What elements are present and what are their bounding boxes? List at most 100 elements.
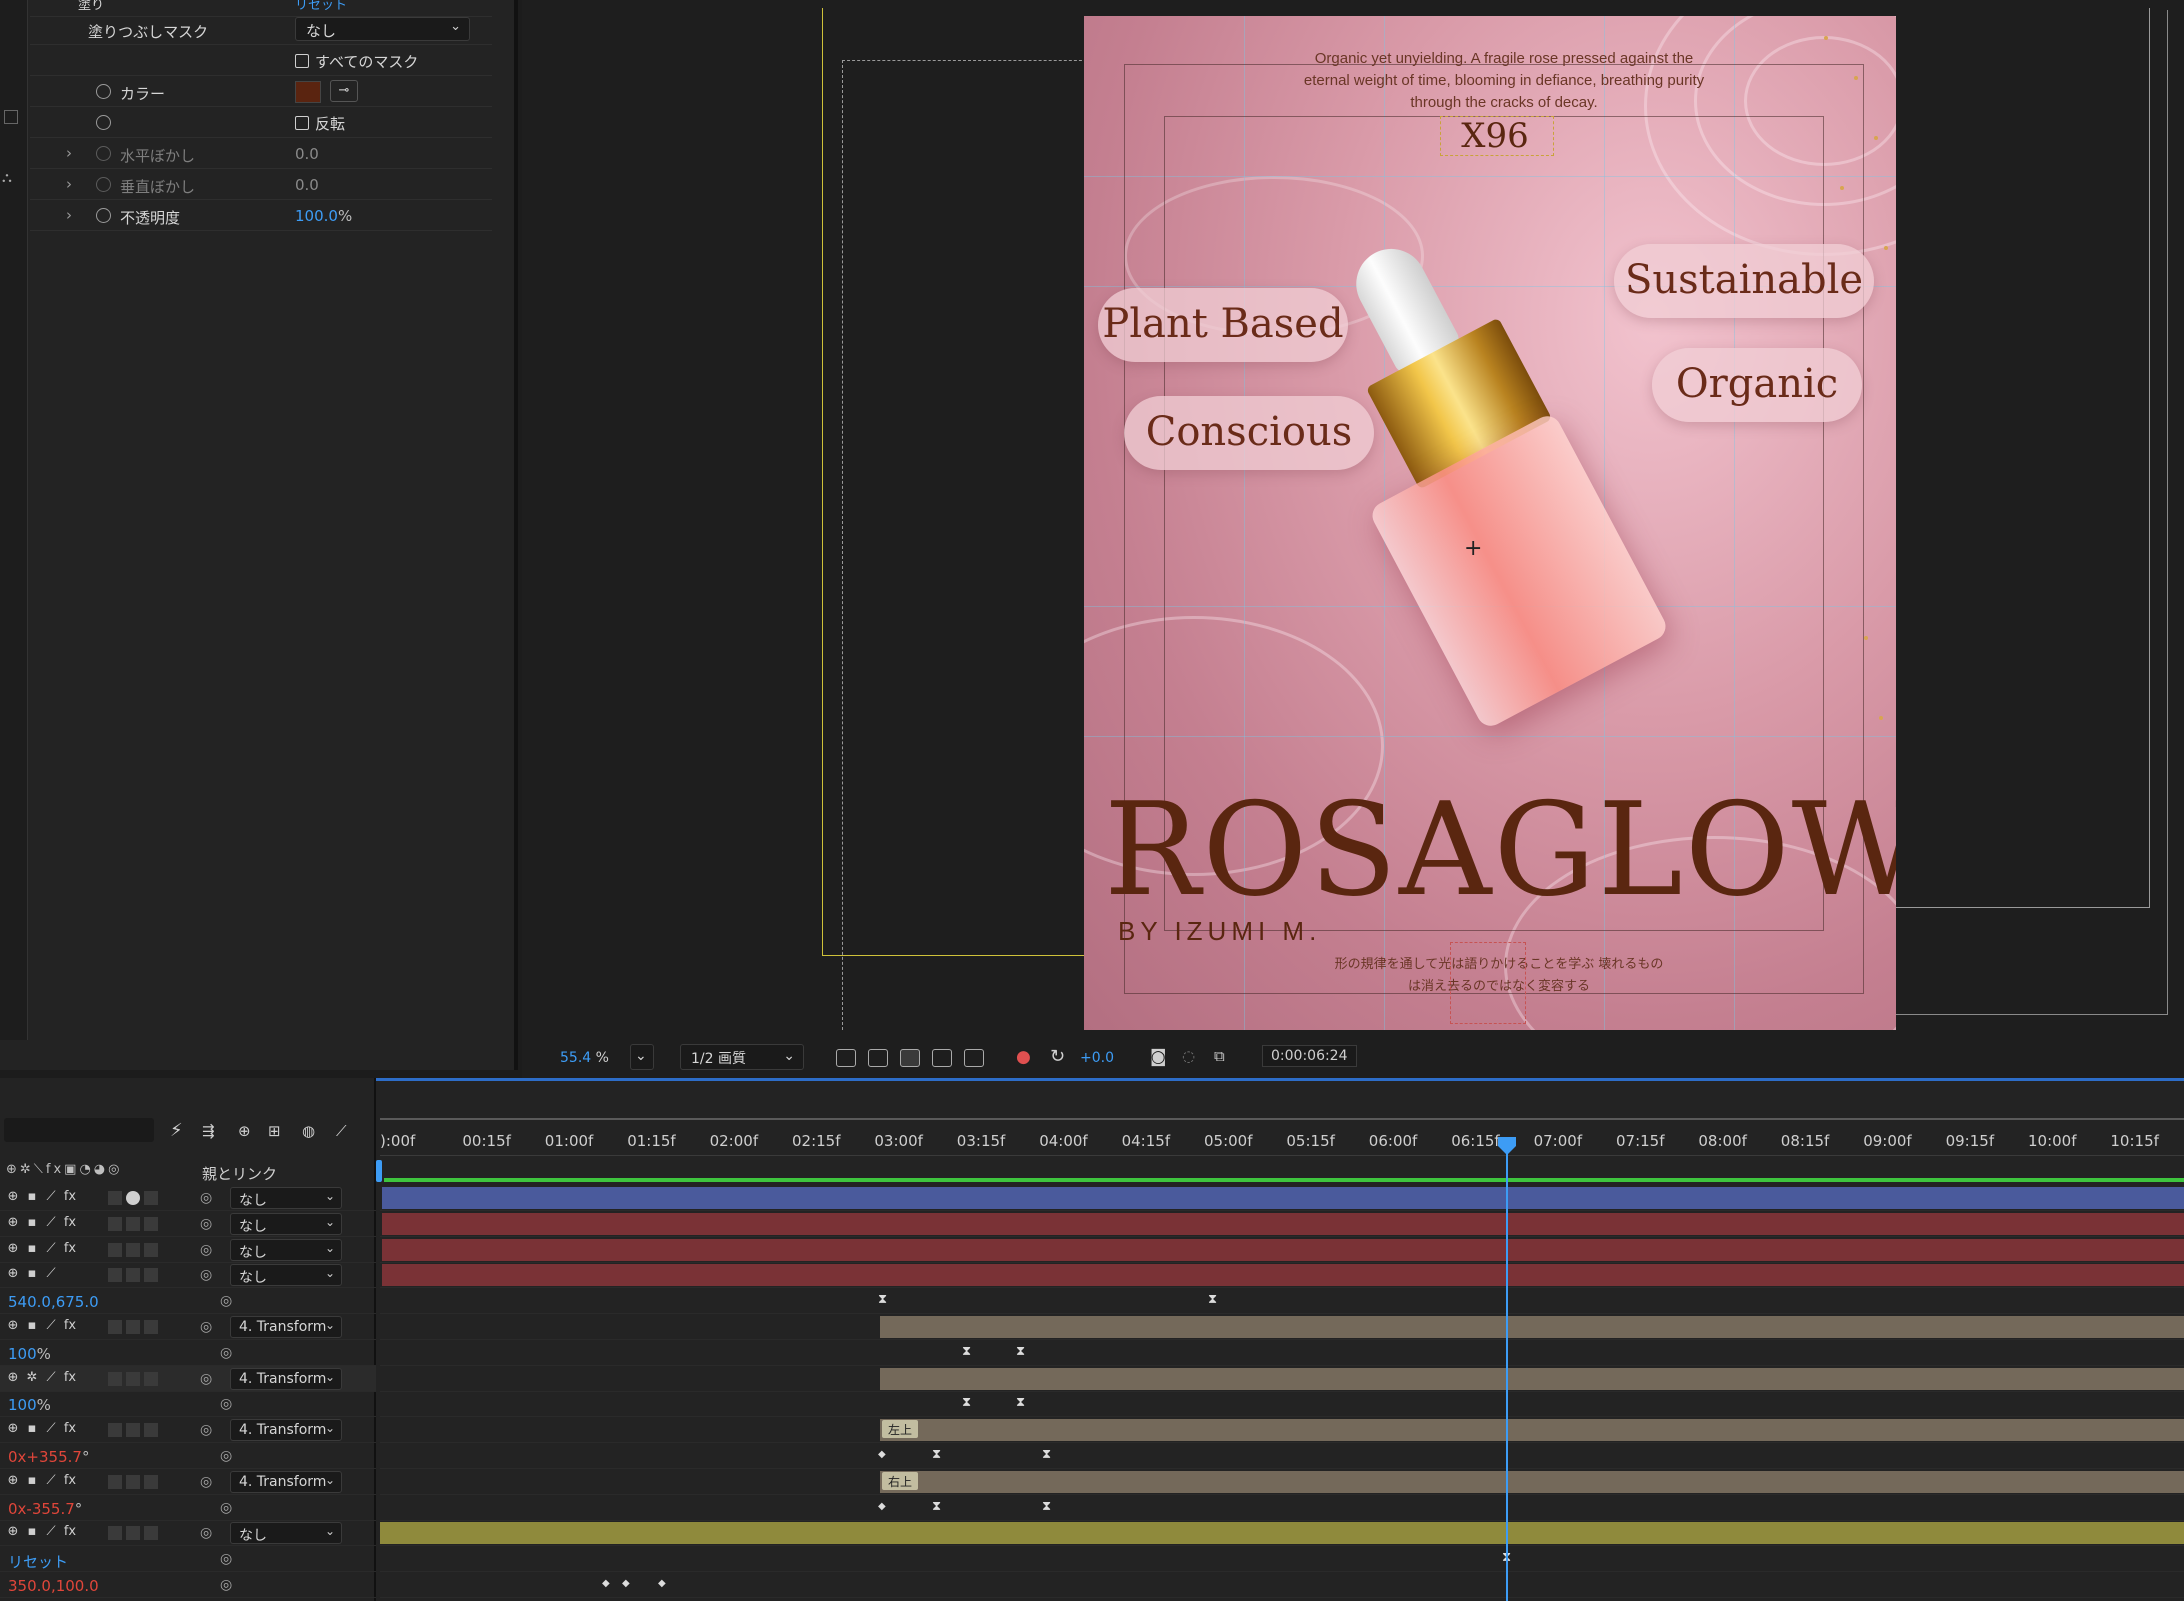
frame-blending-icon[interactable]: ⊞ [268,1122,281,1140]
quality-switch-icon[interactable]: ⟋ [44,1190,58,1204]
timeline-track[interactable] [380,1520,2184,1547]
channel-icon[interactable]: ● [1016,1047,1031,1067]
chevron-right-icon[interactable]: › [66,144,72,162]
property-value[interactable]: 0x+355.7° [8,1448,89,1466]
effects-switch-icon[interactable]: fx [63,1370,77,1385]
quality-switch-icon[interactable]: ⟋ [44,1473,58,1488]
quality-switch-icon[interactable]: ⟋ [44,1319,58,1333]
layer-switch[interactable] [126,1268,140,1283]
composition-canvas[interactable]: Organic yet unyielding. A fragile rose p… [1084,16,1896,1030]
layer-row[interactable]: ⊕ ▪ ⟋ fx ◎ なし ⌄ [0,1185,376,1211]
property-value[interactable]: リセット [8,1551,68,1572]
layer-row[interactable]: ⊕ ▪ ⟋ ◎ なし ⌄ [0,1262,376,1289]
effects-switch-icon[interactable]: fx [63,1319,77,1333]
draft-3d-icon[interactable]: ⚡ [170,1120,183,1141]
pickwhip-icon[interactable]: ◎ [200,1474,212,1490]
layer-switch[interactable] [108,1191,122,1205]
parent-dropdown[interactable]: なし ⌄ [230,1212,342,1235]
layer-duration-bar[interactable] [880,1470,2184,1493]
pickwhip-icon[interactable]: ◎ [220,1500,232,1516]
pickwhip-icon[interactable]: ◎ [200,1267,212,1283]
anchor-point-icon[interactable]: + [1464,536,1482,561]
stopwatch-icon[interactable] [96,84,111,99]
effects-switch-icon[interactable]: fx [63,1241,77,1256]
motion-blur-icon[interactable]: ◍ [302,1122,315,1140]
layer-switch[interactable] [108,1320,122,1334]
horizontal-blur-value[interactable]: 0.0 [295,145,319,163]
property-value[interactable]: 0x-355.7° [8,1500,82,1518]
keyframe-icon[interactable]: ⧗ [962,1396,971,1409]
pickwhip-icon[interactable]: ◎ [200,1216,212,1232]
property-row[interactable]: 540.0,675.0 ◎ [0,1288,376,1315]
keyframe-icon[interactable]: ⧗ [962,1345,971,1358]
layer-duration-bar[interactable] [382,1212,2184,1235]
layer-row[interactable]: ⊕ ▪ ⟋ fx ◎ 4. Transform ⌄ [0,1314,376,1340]
parent-dropdown[interactable]: 4. Transform ⌄ [230,1419,342,1442]
layer-row[interactable]: ⊕ ✲ ⟋ fx ◎ 4. Transform ⌄ [0,1365,376,1392]
layer-switch[interactable] [108,1216,122,1231]
exposure-value[interactable]: +0.0 [1080,1050,1114,1066]
collapse-switch-icon[interactable]: ▪ [25,1319,39,1333]
layer-switch[interactable] [144,1320,158,1334]
pickwhip-icon[interactable]: ◎ [200,1422,212,1438]
layer-switch[interactable] [144,1242,158,1257]
property-row[interactable]: 0x+355.7° ◎ [0,1443,376,1469]
pickwhip-icon[interactable]: ◎ [220,1551,232,1567]
transparency-grid-icon[interactable] [868,1049,888,1067]
collapse-switch-icon[interactable]: ▪ [25,1215,39,1230]
fill-mask-dropdown[interactable]: なし ⌄ [295,17,470,41]
keyframe-icon[interactable]: ⧗ [932,1500,941,1513]
shy-switch-icon[interactable]: ⊕ [6,1525,20,1539]
layer-switch[interactable] [126,1320,140,1334]
timeline-track[interactable]: ⧗ ⧗ ◆ [380,1443,2184,1469]
timeline-track[interactable]: 左上 [380,1417,2184,1444]
keyframe-icon[interactable]: ⧗ [1042,1500,1051,1513]
property-row[interactable]: 100% ◎ [0,1391,376,1418]
stopwatch-icon[interactable] [96,208,111,223]
layer-search-input[interactable] [4,1118,154,1142]
keyframe-icon[interactable]: ⧗ [1208,1293,1217,1306]
timeline-track[interactable] [380,1366,2184,1392]
collapse-switch-icon[interactable]: ▪ [25,1473,39,1488]
collapse-switch-icon[interactable]: ▪ [25,1241,39,1256]
stopwatch-icon[interactable] [96,146,111,161]
property-value[interactable]: 100% [8,1396,51,1414]
layer-marker-label[interactable]: 左上 [882,1420,919,1439]
property-row[interactable]: 0x-355.7° ◎ [0,1495,376,1521]
property-row[interactable]: リセット ◎ [0,1546,376,1573]
parent-dropdown[interactable]: なし ⌄ [230,1187,342,1209]
layer-switch[interactable] [144,1526,158,1541]
layer-duration-bar[interactable] [380,1522,2184,1545]
timeline-track[interactable]: ⧗ ⧗ ◆ [380,1495,2184,1521]
keyframe-icon[interactable]: ⧗ [1042,1448,1051,1461]
stopwatch-icon[interactable] [96,177,111,192]
shy-switch-icon[interactable]: ⊕ [6,1422,20,1436]
shy-switch-icon[interactable]: ⊕ [6,1215,20,1230]
parent-dropdown[interactable]: 4. Transform ⌄ [230,1367,342,1390]
layer-marker-label[interactable]: 右上 [882,1471,919,1490]
layer-row[interactable]: ⊕ ▪ ⟋ fx ◎ なし ⌄ [0,1237,376,1263]
property-row[interactable]: 100% ◎ [0,1340,376,1366]
timeline-track[interactable] [380,1185,2184,1211]
shy-layers-icon[interactable]: ⇶ [202,1122,215,1140]
layer-duration-bar[interactable] [382,1238,2184,1261]
effects-switch-icon[interactable]: fx [63,1422,77,1436]
layer-switch[interactable] [108,1474,122,1489]
timeline-track[interactable]: ⧗ ⧗ [380,1288,2184,1315]
layer-row[interactable]: ⊕ ▪ ⟋ fx ◎ なし ⌄ [0,1520,376,1547]
zoom-dropdown[interactable]: ⌄ [630,1044,654,1070]
layer-duration-bar[interactable] [880,1316,2184,1338]
layer-switch[interactable] [144,1371,158,1386]
layer-switch[interactable] [108,1268,122,1283]
mask-visibility-icon[interactable] [900,1049,920,1067]
effects-switch-icon[interactable]: fx [63,1190,77,1204]
show-snapshot-icon[interactable]: ◌ [1182,1047,1195,1065]
layer-row[interactable]: ⊕ ▪ ⟋ fx ◎ 4. Transform ⌄ [0,1469,376,1495]
all-masks-checkbox[interactable] [295,54,309,68]
shy-switch-icon[interactable]: ⊕ [6,1370,20,1385]
snapshot-icon[interactable]: ◙ [1150,1047,1167,1067]
layer-row[interactable]: ⊕ ▪ ⟋ fx ◎ なし ⌄ [0,1211,376,1237]
timeline-track[interactable] [380,1237,2184,1263]
layer-switch[interactable] [144,1474,158,1489]
pickwhip-icon[interactable]: ◎ [220,1345,232,1361]
